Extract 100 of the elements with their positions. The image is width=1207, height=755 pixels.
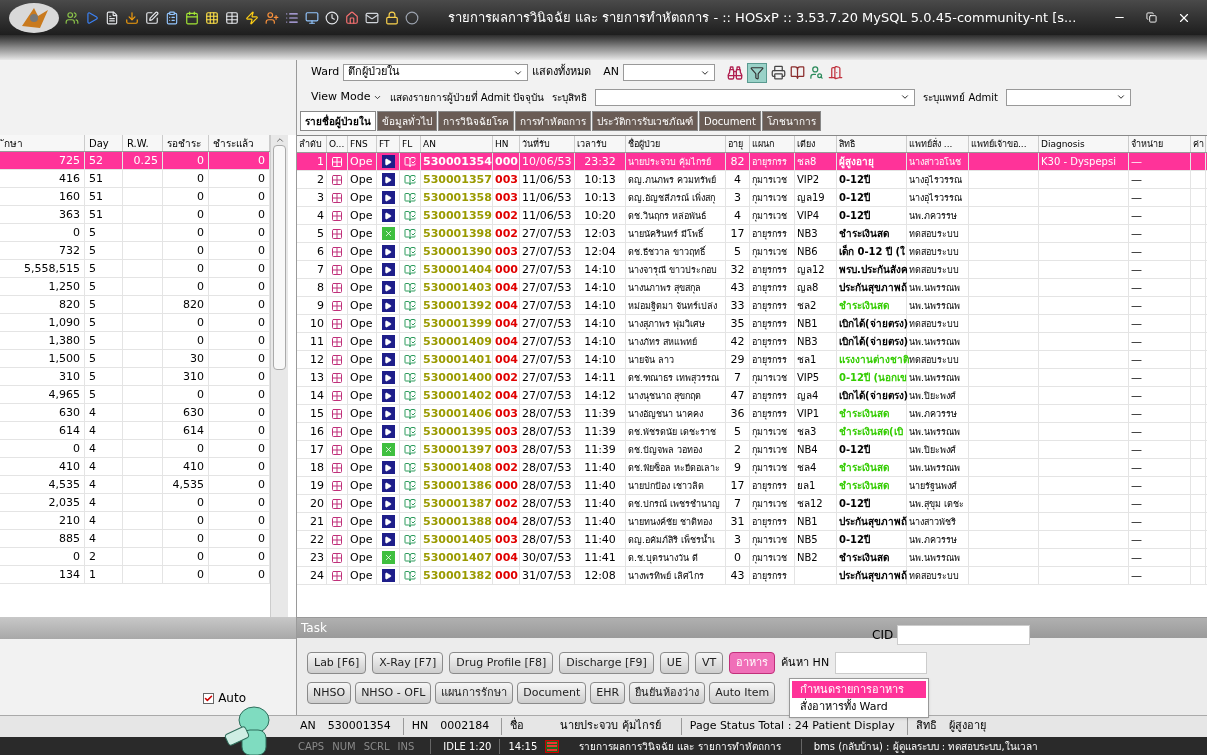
- task-button[interactable]: VT: [694, 652, 724, 674]
- column-header[interactable]: O...: [327, 136, 348, 152]
- column-header[interactable]: FT: [377, 136, 400, 152]
- filter-button[interactable]: [747, 62, 767, 83]
- table-row[interactable]: 12 Ope 530001401 004 27/07/53 14:10 นายจัน ลาว 29 อายุรกรร ชล1 แรงงานต่างชาติทดสอบระบบ —: [297, 351, 1207, 369]
- checkbox[interactable]: [203, 692, 215, 704]
- column-header[interactable]: R.W.: [123, 135, 163, 151]
- calendar-icon[interactable]: [185, 10, 199, 25]
- column-header[interactable]: HN: [493, 136, 520, 152]
- task-button[interactable]: Lab [F6]: [307, 652, 367, 674]
- column-header[interactable]: Diagnosis: [1039, 136, 1129, 152]
- table-row[interactable]: 0 2 0 0: [0, 548, 270, 566]
- right-select[interactable]: [595, 88, 916, 106]
- table-row[interactable]: 210 4 0 0: [0, 512, 270, 530]
- column-header[interactable]: เวลารับ: [575, 136, 626, 152]
- column-header[interactable]: ลำดับ: [297, 136, 327, 152]
- table-row[interactable]: 24 Ope 530001382 000 31/07/53 12:08 นางพรทิพย์ เลิศไกร 43 อายุรกรร ประกันสุขภาพถ้ ทดสอบระบบ —: [297, 567, 1207, 585]
- task-button[interactable]: แผนการรักษา: [435, 682, 514, 704]
- table-row[interactable]: 1,500 5 30 0: [0, 350, 270, 368]
- view-mode-menu[interactable]: View Mode: [311, 88, 382, 106]
- table-row[interactable]: 416 51 0 0: [0, 170, 270, 188]
- table-row[interactable]: 9 Ope 530001392 004 27/07/53 14:10 หม่อมฐิตมา จันทร์เปล่ง 33 อายุรกรร ชล2 ชำระเงินสด นพ.นพรรณพ —: [297, 297, 1207, 315]
- task-button[interactable]: Drug Profile [F8]: [449, 652, 554, 674]
- table-row[interactable]: 1,090 5 0 0: [0, 314, 270, 332]
- column-header[interactable]: อายุ: [726, 136, 750, 152]
- play-icon[interactable]: [85, 10, 99, 25]
- ward-select[interactable]: ตึกผู้ป่วยใน: [343, 64, 529, 81]
- tab[interactable]: รายชื่อผู้ป่วยใน: [300, 111, 376, 131]
- table-row[interactable]: 8 Ope 530001403 004 27/07/53 14:10 นางนภาพร สุขสกุล 43 อายุรกรร ญล8 ประกันสุขภาพถ้ นพ.นพรรณพ —: [297, 279, 1207, 297]
- table-row[interactable]: 732 5 0 0: [0, 242, 270, 260]
- grid-icon[interactable]: [205, 10, 219, 25]
- document-icon[interactable]: [105, 10, 119, 25]
- printer-icon[interactable]: [771, 65, 786, 80]
- task-button[interactable]: UE: [659, 652, 689, 674]
- tab[interactable]: ประวัติการรับเวชภัณฑ์: [592, 111, 698, 131]
- cid-field[interactable]: [897, 625, 1031, 645]
- scrollbar[interactable]: [270, 135, 288, 617]
- book-icon[interactable]: [790, 65, 805, 80]
- table-icon[interactable]: [225, 10, 239, 25]
- column-header[interactable]: ชื่อผู้ป่วย: [626, 136, 726, 152]
- table-row[interactable]: 134 1 0 0: [0, 566, 270, 584]
- mail-icon[interactable]: [365, 10, 379, 25]
- table-row[interactable]: 10 Ope 530001399 004 27/07/53 14:10 นางสุภาพร พุ่มวิเศษ 35 อายุรกรร NB1 เบิกได้(จ่ายตรง)ทดสอบระบบ —: [297, 315, 1207, 333]
- task-button[interactable]: EHR: [590, 682, 626, 704]
- table-row[interactable]: 885 4 0 0: [0, 530, 270, 548]
- column-header[interactable]: FL: [400, 136, 421, 152]
- tab[interactable]: การทำหัตถการ: [515, 111, 591, 131]
- table-row[interactable]: 19 Ope 530001386 000 28/07/53 11:40 นายปกป้อง เชาวลิต 17 อายุรกรร ยล1 ชำระเงินสด นายรัฐนพงศ์ —: [297, 477, 1207, 495]
- door-icon[interactable]: [828, 65, 843, 80]
- table-row[interactable]: 0 5 0 0: [0, 224, 270, 242]
- table-row[interactable]: 410 4 410 0: [0, 458, 270, 476]
- table-row[interactable]: 6 Ope 530001390 003 27/07/53 12:04 ดช.ธีชวาล ขาวฤทธิ์ 5 กุมารเวช NB6 เด็ก 0-12 ปี (ใ ทดสอบระบบ —: [297, 243, 1207, 261]
- table-row[interactable]: 18 Ope 530001408 002 28/07/53 11:40 ดช.ฟัยซ็อล หะยีดอเลาะ 9 กุมารเวช ชล4 ชำระเงินสด นพ.นพรรณพ —: [297, 459, 1207, 477]
- column-header[interactable]: Day: [85, 135, 123, 151]
- task-button[interactable]: Discharge [F9]: [559, 652, 654, 674]
- table-row[interactable]: 16 Ope 530001395 003 28/07/53 11:39 ดช.พัชรดนัย เดชะราช 5 กุมารเวช ชล3 ชำระเงินสด(เบิ นพ.นพรรณพ —: [297, 423, 1207, 441]
- column-header[interactable]: รอชำระ: [163, 135, 209, 151]
- column-header[interactable]: AN: [421, 136, 493, 152]
- table-row[interactable]: 3 Ope 530001358 003 11/06/53 10:13 ดญ.อัญชลีภรณ์ เพิ่งสกุ 3 กุมารเวช ญล19 0-12ปี นางอุไรวรรณ —: [297, 189, 1207, 207]
- add-user-icon[interactable]: [265, 10, 279, 25]
- table-row[interactable]: 7 Ope 530001404 000 27/07/53 14:10 นางจารุณี ขาวประกอบ 32 อายุรกรร ญล12 พรบ.ประกันสังค ทดสอบระบบ —: [297, 261, 1207, 279]
- edit-icon[interactable]: [145, 10, 159, 25]
- column-header[interactable]: ักษา: [0, 135, 85, 151]
- table-row[interactable]: 4 Ope 530001359 002 11/06/53 10:20 ดช.วินฤกร หล่อพันธ์ 4 กุมารเวช VIP4 0-12ปี นพ.ภควรรษ —: [297, 207, 1207, 225]
- task-button[interactable]: X-Ray [F7]: [372, 652, 444, 674]
- circle-icon[interactable]: [405, 10, 419, 25]
- table-row[interactable]: 5,558,515 5 0 0: [0, 260, 270, 278]
- table-row[interactable]: 2,035 4 0 0: [0, 494, 270, 512]
- table-row[interactable]: 4,535 4 4,535 0: [0, 476, 270, 494]
- table-row[interactable]: 11 Ope 530001409 004 27/07/53 14:10 นางภัทร สหแพทย์ 42 อายุรกรร NB3 เบิกได้(จ่ายตรง)นพ.นพรรณพ —: [297, 333, 1207, 351]
- column-header[interactable]: จำหน่าย: [1129, 136, 1191, 152]
- table-row[interactable]: 21 Ope 530001388 004 28/07/53 11:40 นายทนงค์ชัย ชาติทอง 31 อายุรกรร NB1 ประกันสุขภาพถ้ นางสาวพัชริ —: [297, 513, 1207, 531]
- column-header[interactable]: แผนก: [750, 136, 795, 152]
- table-row[interactable]: 4,965 5 0 0: [0, 386, 270, 404]
- monitor-icon[interactable]: [305, 10, 319, 25]
- table-row[interactable]: 0 4 0 0: [0, 440, 270, 458]
- table-row[interactable]: 22 Ope 530001405 003 28/07/53 11:40 ดญ.อคัมภ์สิริ เพ็ชรน้ำเ 3 กุมารเวช NB5 0-12ปี นพ.ภควรรษ —: [297, 531, 1207, 549]
- lightning-icon[interactable]: [245, 10, 259, 25]
- clock-icon[interactable]: [325, 10, 339, 25]
- table-row[interactable]: 23 Ope 530001407 004 30/07/53 11:41 ด.ช.บุตรนางวัน ดี 0 กุมารเวช NB2 ชำระเงินสด นพ.นพรรณพ —: [297, 549, 1207, 567]
- doctor-select[interactable]: [1006, 88, 1132, 106]
- tab[interactable]: Document: [699, 111, 761, 131]
- table-row[interactable]: 630 4 630 0: [0, 404, 270, 422]
- menu-item[interactable]: สั่งอาหารทั้ง Ward: [792, 698, 926, 715]
- column-header[interactable]: แพทย์สั่ง ...: [907, 136, 969, 152]
- tab[interactable]: การวินิจฉัยโรค: [438, 111, 514, 131]
- column-header[interactable]: เตียง: [795, 136, 837, 152]
- search-hn-field[interactable]: [835, 652, 928, 674]
- column-header[interactable]: ค่า: [1191, 136, 1206, 152]
- scroll-thumb[interactable]: [273, 145, 286, 370]
- task-button[interactable]: Auto Item: [709, 682, 776, 704]
- auto-checkbox[interactable]: Auto: [203, 689, 246, 707]
- table-row[interactable]: 1,380 5 0 0: [0, 332, 270, 350]
- logo-icon[interactable]: [8, 1, 60, 34]
- table-row[interactable]: 310 5 310 0: [0, 368, 270, 386]
- table-row[interactable]: 820 5 820 0: [0, 296, 270, 314]
- home-icon[interactable]: [345, 10, 359, 25]
- table-row[interactable]: 14 Ope 530001402 004 27/07/53 14:12 นางนุชนาถ สุขกฤต 47 อายุรกรร ญล4 เบิกได้(จ่ายตรง)นพ.ปิยะพงศ์ —: [297, 387, 1207, 405]
- column-header[interactable]: แพทย์เจ้าขอ...: [969, 136, 1039, 152]
- an-select[interactable]: [623, 64, 715, 81]
